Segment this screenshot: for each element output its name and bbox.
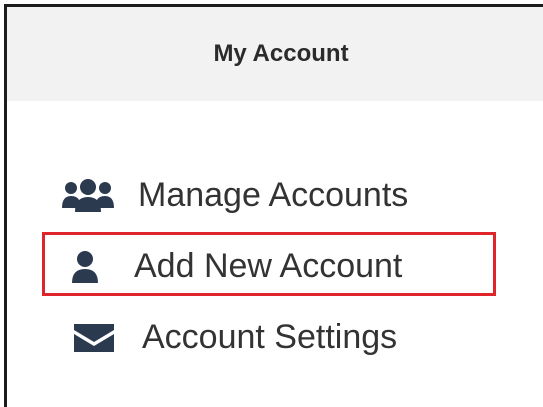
users-icon [60,178,116,214]
menu-item-manage-accounts[interactable]: Manage Accounts [60,176,408,215]
menu-item-account-settings[interactable]: Account Settings [70,318,397,357]
account-menu: Manage Accounts Add New Account Account … [0,0,543,407]
menu-item-label: Manage Accounts [138,176,409,214]
envelope-icon [70,322,118,354]
menu-item-add-new-account[interactable]: Add New Account [66,247,402,286]
user-icon [66,250,104,284]
menu-item-label: Add New Account [134,247,403,285]
menu-item-label: Account Settings [142,318,398,356]
